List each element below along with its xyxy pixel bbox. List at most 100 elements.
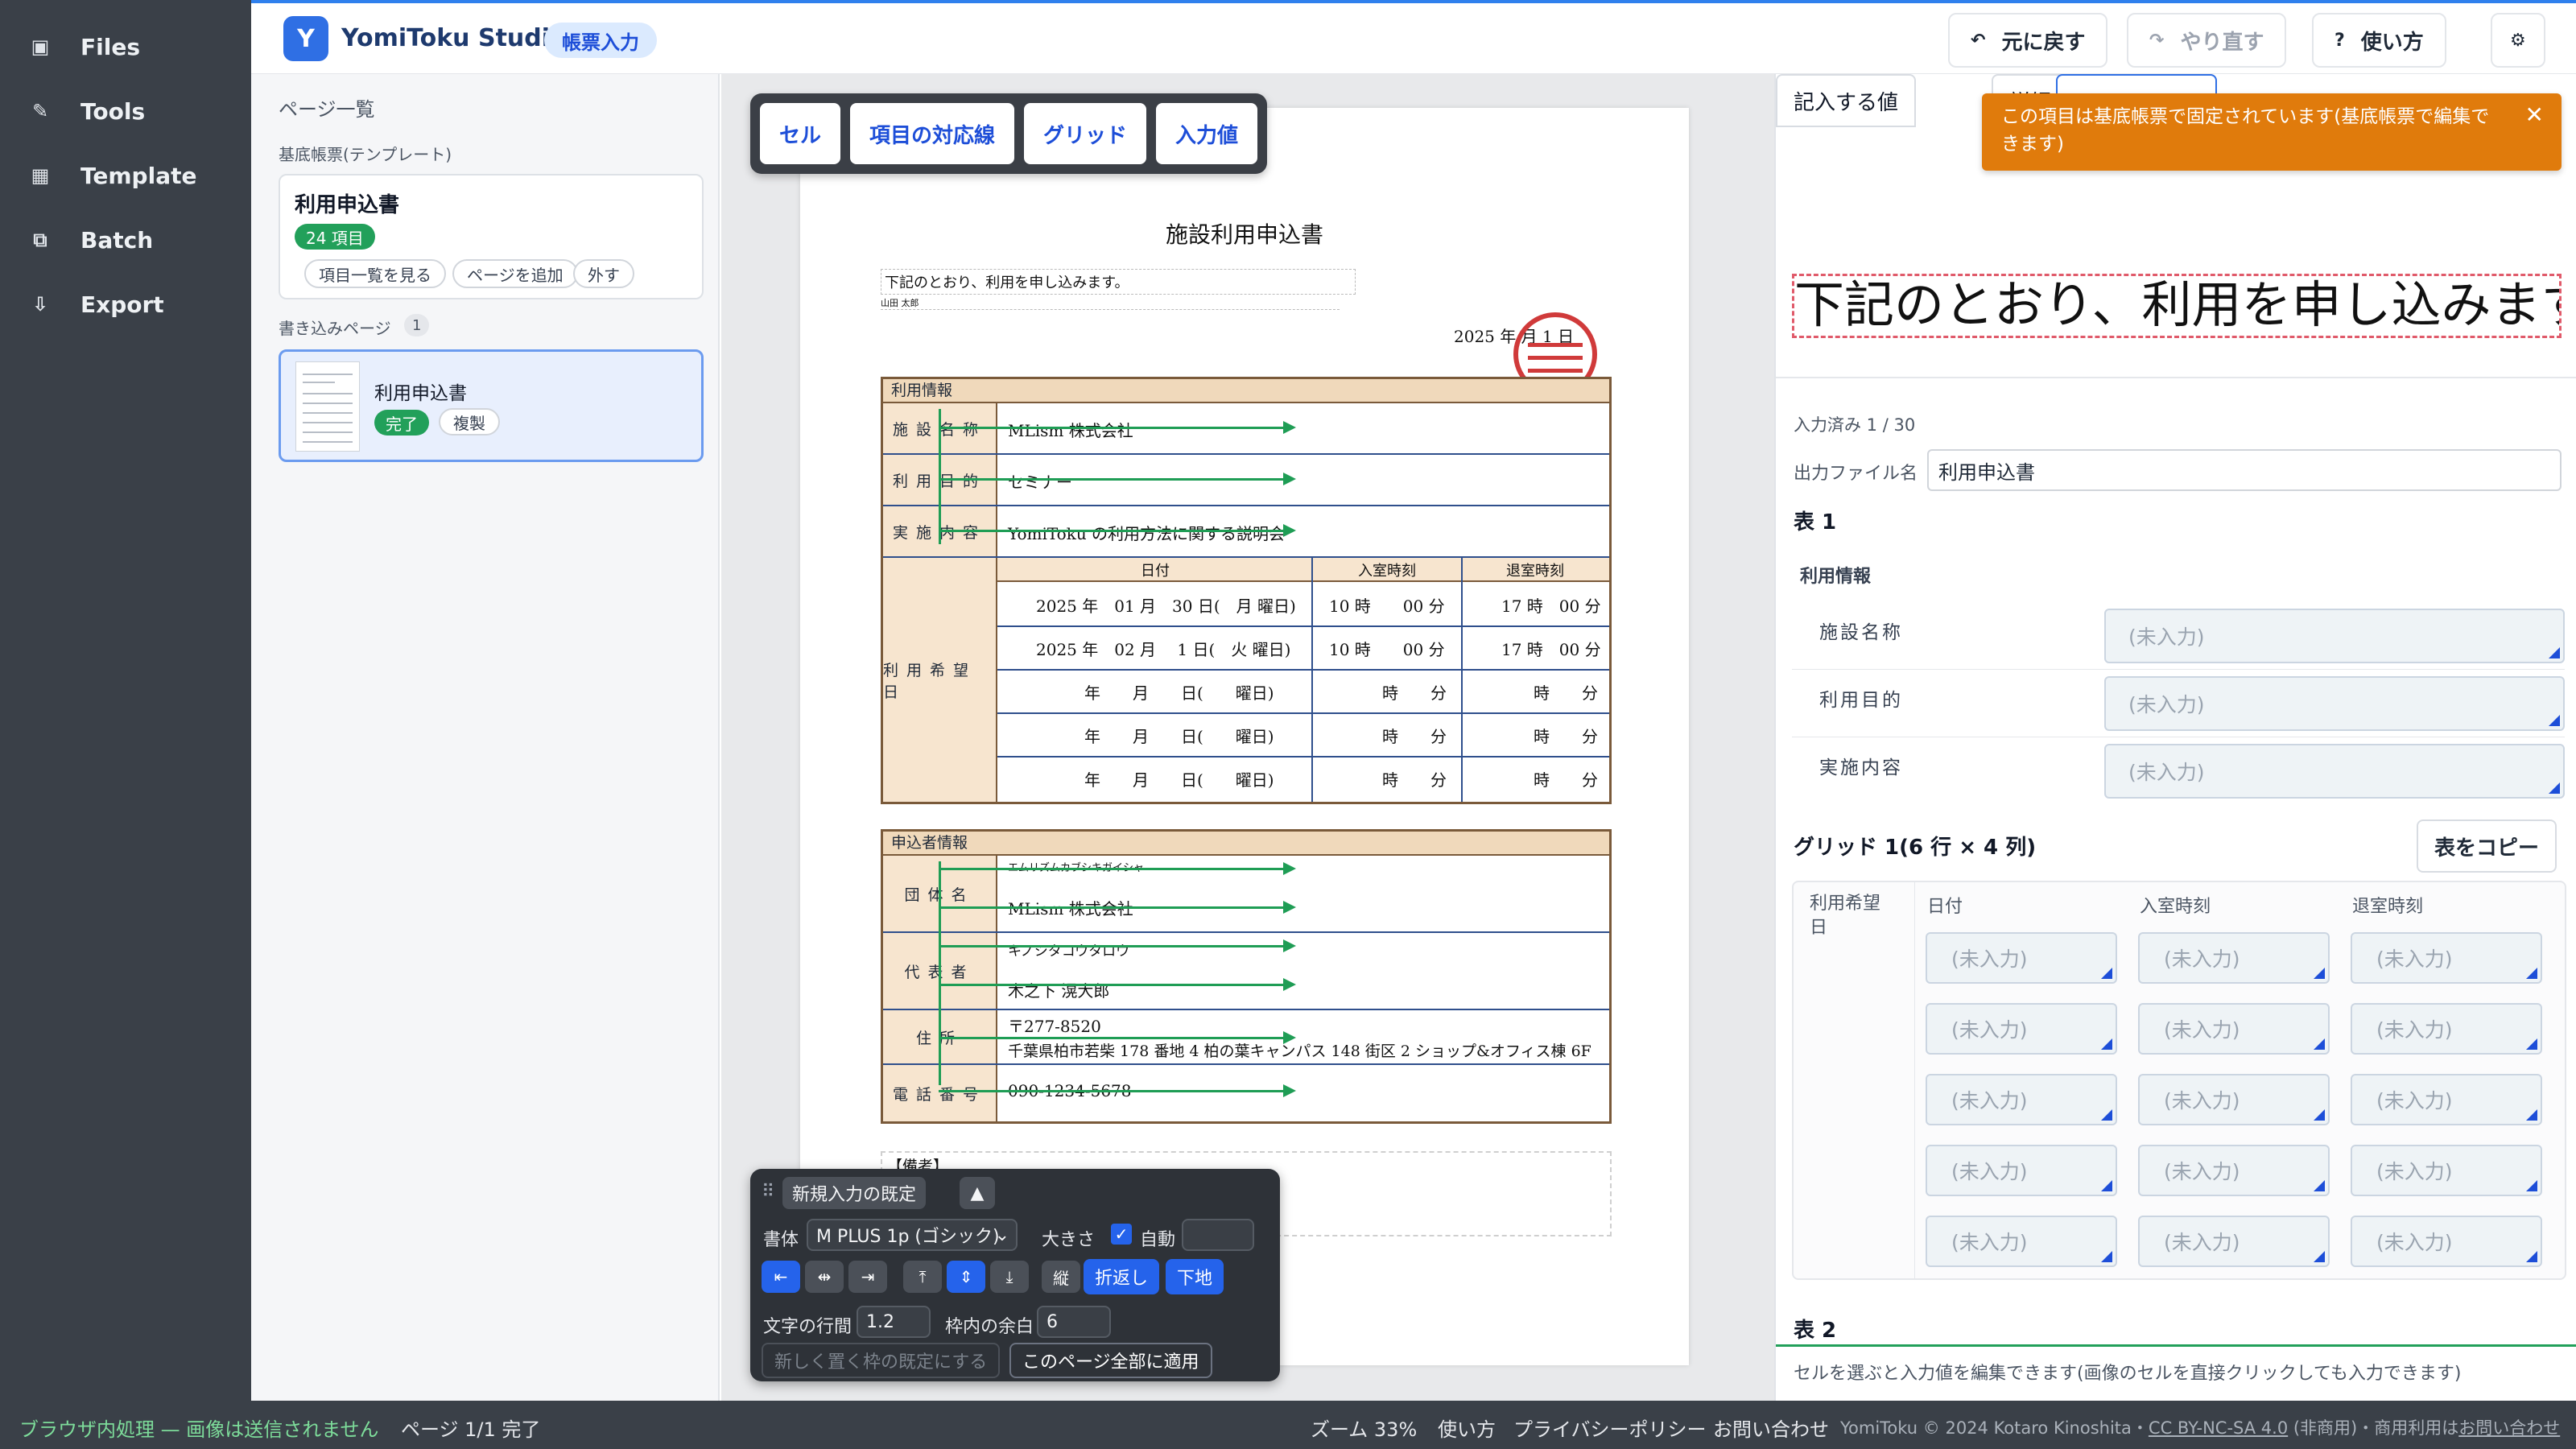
grid-input[interactable]: (未入力) xyxy=(2138,1216,2330,1267)
table-row[interactable]: 利用目的セミナー xyxy=(883,455,1609,506)
font-select[interactable]: M PLUS 1p (ゴシック) ⌄ xyxy=(807,1219,1018,1251)
size-input[interactable] xyxy=(1182,1219,1254,1251)
toggle-grid-button[interactable]: グリッド xyxy=(1024,103,1147,164)
field-input[interactable]: (未入力) xyxy=(2104,676,2565,731)
commercial-contact-link[interactable]: お問い合わせ xyxy=(2458,1418,2560,1438)
sidebar-item-template[interactable]: ▦ Template xyxy=(29,151,197,200)
preview-text[interactable]: 下記のとおり、利用を申し込みます。 xyxy=(1792,274,2562,338)
row-value[interactable]: 木之下 滉大郎 xyxy=(1008,978,1109,1001)
align-left-icon[interactable]: ⇤ xyxy=(762,1261,800,1293)
line-height-input[interactable]: 1.2 xyxy=(857,1306,931,1338)
tab-values[interactable]: 記入する値 xyxy=(1776,74,1917,127)
pages-panel: ページ一覧 基底帳票(テンプレート) 利用申込書 24 項目 項目一覧を見る ペ… xyxy=(251,74,720,1401)
view-toolbar: セル 項目の対応線 グリッド 入力値 xyxy=(750,93,1268,174)
duplicate-button[interactable]: 複製 xyxy=(439,408,500,436)
copy-table-button[interactable]: 表をコピー xyxy=(2417,819,2557,873)
grid-input[interactable]: (未入力) xyxy=(1926,1145,2117,1196)
grid-input[interactable]: (未入力) xyxy=(2351,1145,2542,1196)
close-icon[interactable]: ✕ xyxy=(2525,101,2544,129)
grid-input[interactable]: (未入力) xyxy=(1926,1216,2117,1267)
wrap-toggle[interactable]: 折返し xyxy=(1084,1259,1160,1294)
valign-top-icon[interactable]: ⤒ xyxy=(903,1261,942,1293)
help-link[interactable]: 使い方 xyxy=(1438,1414,1496,1442)
set-default-button[interactable]: 新しく置く枠の既定にする xyxy=(762,1343,1001,1378)
redo-button[interactable]: ↷ やり直す xyxy=(2127,13,2287,68)
sidebar-item-tools[interactable]: ✎ Tools xyxy=(29,87,145,135)
toggle-cells-button[interactable]: セル xyxy=(760,103,841,164)
vertical-text-button[interactable]: 縦 xyxy=(1042,1261,1080,1293)
toggle-links-button[interactable]: 項目の対応線 xyxy=(850,103,1015,164)
grid-cell[interactable]: 17 時 00 分 xyxy=(1501,593,1601,617)
grid-cell[interactable]: 年 月 日( 曜日) xyxy=(1084,724,1274,747)
settings-button[interactable]: ⚙ xyxy=(2491,13,2545,68)
valign-bottom-icon[interactable]: ⤓ xyxy=(990,1261,1029,1293)
add-page-button[interactable]: ページを追加 xyxy=(452,259,578,288)
grid-cell[interactable]: 17 時 00 分 xyxy=(1501,637,1601,660)
grid-input[interactable]: (未入力) xyxy=(2351,1216,2542,1267)
row-kana[interactable]: 〒277-8520 xyxy=(1008,1013,1101,1037)
detach-button[interactable]: 外す xyxy=(573,259,634,288)
grid-input[interactable]: (未入力) xyxy=(2138,932,2330,984)
collapse-icon[interactable]: ▲ xyxy=(960,1177,995,1209)
grid-cell[interactable]: 2025 年 01 月 30 日( 月 曜日) xyxy=(1036,593,1296,617)
grid-cell[interactable]: 10 時 00 分 xyxy=(1329,593,1445,617)
grid-cell[interactable]: 年 月 日( 曜日) xyxy=(1084,767,1274,791)
contact-link[interactable]: お問い合わせ xyxy=(1713,1414,1829,1442)
grid-input[interactable]: (未入力) xyxy=(1926,1003,2117,1055)
grid-input[interactable]: (未入力) xyxy=(2351,1074,2542,1125)
drag-handle-icon[interactable]: ⠿ xyxy=(762,1182,774,1202)
grid-input[interactable]: (未入力) xyxy=(2138,1074,2330,1125)
grid-cell[interactable]: 時 分 xyxy=(1382,680,1447,704)
background-toggle[interactable]: 下地 xyxy=(1166,1259,1224,1294)
sidebar-item-files[interactable]: ▣ Files xyxy=(29,23,140,71)
grid-input[interactable]: (未入力) xyxy=(2138,1145,2330,1196)
progress-text: 入力済み 1 / 30 xyxy=(1794,415,1916,435)
template-card[interactable]: 利用申込書 24 項目 項目一覧を見る ページを追加 外す xyxy=(279,174,704,299)
sidebar-item-batch[interactable]: ⧉ Batch xyxy=(29,216,153,264)
doc-name-line[interactable]: 山田 太郎 xyxy=(881,296,1340,310)
doc-intro[interactable]: 下記のとおり、利用を申し込みます。 xyxy=(881,269,1356,295)
page-thumbnail xyxy=(295,361,360,452)
apply-all-button[interactable]: このページ全部に適用 xyxy=(1009,1343,1212,1378)
row-value[interactable]: YomiToku の利用方法に関する説明会 xyxy=(1008,521,1285,544)
row-kana[interactable]: エムリズムカブシキガイシャ xyxy=(1008,859,1144,874)
grid-input[interactable]: (未入力) xyxy=(1926,932,2117,984)
padding-input[interactable]: 6 xyxy=(1037,1306,1111,1338)
privacy-link[interactable]: プライバシーポリシー xyxy=(1513,1414,1707,1442)
undo-button[interactable]: ↶ 元に戻す xyxy=(1948,13,2108,68)
table-row[interactable]: 電話番号 090-1234-5678 xyxy=(883,1065,1609,1121)
table-row[interactable]: 施設名称MLism 株式会社 xyxy=(883,403,1609,455)
grid-cell[interactable]: 時 分 xyxy=(1382,767,1447,791)
grid-input[interactable]: (未入力) xyxy=(1926,1074,2117,1125)
grid-cell[interactable]: 時 分 xyxy=(1534,724,1598,747)
license-link[interactable]: CC BY-NC-SA 4.0 xyxy=(2149,1418,2288,1438)
row-kana[interactable]: キノシタコウタロウ xyxy=(1008,939,1129,960)
grid-cell[interactable]: 10 時 00 分 xyxy=(1329,637,1445,660)
grid-cell[interactable]: 2025 年 02 月 1 日( 火 曜日) xyxy=(1036,637,1290,660)
field-input[interactable]: (未入力) xyxy=(2104,609,2565,663)
row-value[interactable]: MLism 株式会社 xyxy=(1008,418,1133,441)
view-items-button[interactable]: 項目一覧を見る xyxy=(304,259,446,288)
toggle-values-button[interactable]: 入力値 xyxy=(1156,103,1258,164)
grid-cell[interactable]: 時 分 xyxy=(1534,767,1598,791)
style-panel-title: 新規入力の既定 xyxy=(782,1177,927,1209)
field-input[interactable]: (未入力) xyxy=(2104,744,2565,799)
grid-input[interactable]: (未入力) xyxy=(2351,1003,2542,1055)
row-value[interactable]: セミナー xyxy=(1008,469,1072,493)
grid-cell[interactable]: 時 分 xyxy=(1382,724,1447,747)
filename-input[interactable]: 利用申込書 xyxy=(1927,449,2562,491)
align-center-icon[interactable]: ⇹ xyxy=(805,1261,844,1293)
help-button[interactable]: ? 使い方 xyxy=(2312,13,2446,68)
page-card[interactable]: 利用申込書 完了 複製 xyxy=(279,349,704,462)
grid-cell[interactable]: 年 月 日( 曜日) xyxy=(1084,680,1274,704)
table-row[interactable]: 実施内容YomiToku の利用方法に関する説明会 xyxy=(883,506,1609,558)
auto-size-checkbox[interactable]: ✓ xyxy=(1111,1224,1132,1245)
valign-middle-icon[interactable]: ⇕ xyxy=(947,1261,985,1293)
grid-input[interactable]: (未入力) xyxy=(2351,932,2542,984)
row-value[interactable]: 千葉県柏市若柴 178 番地 4 柏の葉キャンパス 148 街区 2 ショップ&… xyxy=(1008,1039,1591,1061)
page-progress-text: ページ 1/1 完了 xyxy=(401,1418,541,1441)
grid-input[interactable]: (未入力) xyxy=(2138,1003,2330,1055)
align-right-icon[interactable]: ⇥ xyxy=(848,1261,887,1293)
sidebar-item-export[interactable]: ⇩ Export xyxy=(29,280,164,328)
grid-cell[interactable]: 時 分 xyxy=(1534,680,1598,704)
